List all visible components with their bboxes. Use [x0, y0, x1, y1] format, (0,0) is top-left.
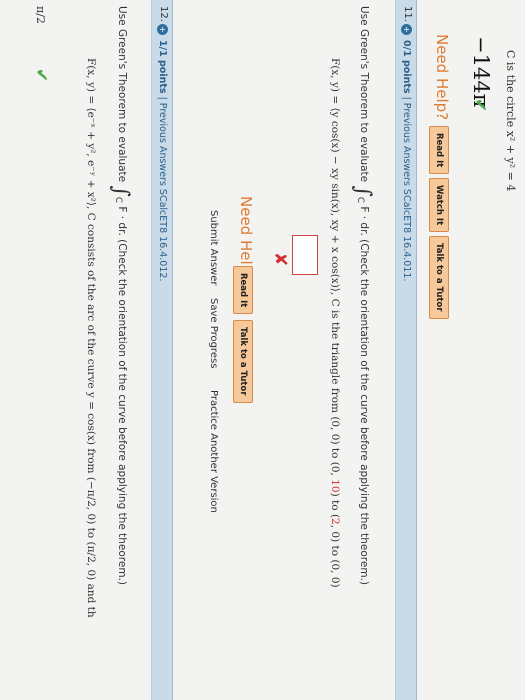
integral-symbol: ∫: [350, 185, 375, 197]
integral-subscript: C: [354, 196, 365, 204]
prompt-text-2: F · dr. (Check the orientation of the cu…: [116, 206, 128, 586]
field-text: F(x, y) = ⟨y cos(x) − xy sin(x), xy + x …: [329, 58, 341, 480]
answer-input[interactable]: [292, 235, 318, 275]
watch-it-button[interactable]: Watch It: [429, 178, 449, 233]
points-icon: +: [401, 24, 412, 35]
answer-value-12: π/2: [34, 6, 47, 24]
question-meta: 1/1 points | Previous Answers SCalcET8 1…: [157, 40, 168, 282]
check-icon: ✔: [470, 98, 490, 113]
prompt-text: Use Green's Theorem to evaluate: [116, 6, 128, 183]
question-meta: 0/1 points | Previous Answers SCalcET8 1…: [401, 40, 412, 282]
integral-subscript: C: [112, 196, 123, 204]
prompt-text: Use Green's Theorem to evaluate: [358, 6, 370, 183]
read-it-button-11[interactable]: Read It: [233, 266, 253, 315]
field-value-10: 10: [329, 479, 341, 493]
answer-value: −144π: [469, 36, 493, 108]
q12-field: F(x, y) = ⟨e⁻ˣ + y², e⁻ʸ + x²⟩, C consis…: [85, 58, 97, 618]
q11-field: F(x, y) = ⟨y cos(x) − xy sin(x), xy + x …: [329, 58, 341, 588]
talk-to-tutor-button-11[interactable]: Talk to a Tutor: [233, 320, 253, 403]
field-value-2: 2: [329, 518, 341, 525]
point-start: (−π/2, 0): [85, 476, 97, 525]
talk-to-tutor-button[interactable]: Talk to a Tutor: [429, 236, 449, 319]
cross-icon: ✘: [270, 252, 290, 267]
need-help-label: Need Help?: [433, 34, 451, 121]
curve-description: C is the circle x² + y² = 4: [504, 50, 517, 192]
check-icon: ✔: [31, 68, 51, 83]
q12-prompt: Use Green's Theorem to evaluate ∫C F · d…: [108, 6, 133, 585]
field-text: F(x, y) = ⟨e⁻ˣ + y², e⁻ʸ + x²⟩, C consis…: [85, 58, 97, 474]
submit-answer-button[interactable]: Submit Answer: [208, 210, 219, 285]
previous-answers-link[interactable]: Previous Answers SCalcET8 16.4.011.: [401, 103, 412, 282]
to-text: to: [85, 527, 97, 539]
points-icon: +: [157, 24, 168, 35]
integral-symbol: ∫: [108, 185, 133, 197]
field-text-3: , 0) to (0, 0): [329, 524, 341, 588]
save-progress-button[interactable]: Save Progress: [208, 298, 219, 368]
rotated-page: C is the circle x² + y² = 4 −144π ✔ Need…: [0, 0, 525, 700]
question-number: 11.: [402, 6, 413, 22]
question-number: 12.: [158, 6, 169, 22]
previous-answers-link[interactable]: Previous Answers SCalcET8 16.4.012.: [157, 103, 168, 282]
screen: C is the circle x² + y² = 4 −144π ✔ Need…: [0, 0, 525, 700]
points-link[interactable]: 0/1 points: [401, 40, 412, 94]
tail-text: and th: [85, 583, 97, 618]
question-12-header: 12. + 1/1 points | Previous Answers SCal…: [151, 0, 173, 700]
practice-another-version-button[interactable]: Practice Another Version: [208, 390, 219, 513]
q11-prompt: Use Green's Theorem to evaluate ∫C F · d…: [350, 6, 375, 585]
prompt-text-2: F · dr. (Check the orientation of the cu…: [358, 206, 370, 586]
points-link[interactable]: 1/1 points: [157, 40, 168, 94]
question-11-header: 11. + 0/1 points | Previous Answers SCal…: [395, 0, 417, 700]
read-it-button[interactable]: Read It: [429, 126, 449, 175]
point-end: (π/2, 0): [85, 541, 97, 581]
field-text-2: ) to (: [329, 492, 341, 519]
